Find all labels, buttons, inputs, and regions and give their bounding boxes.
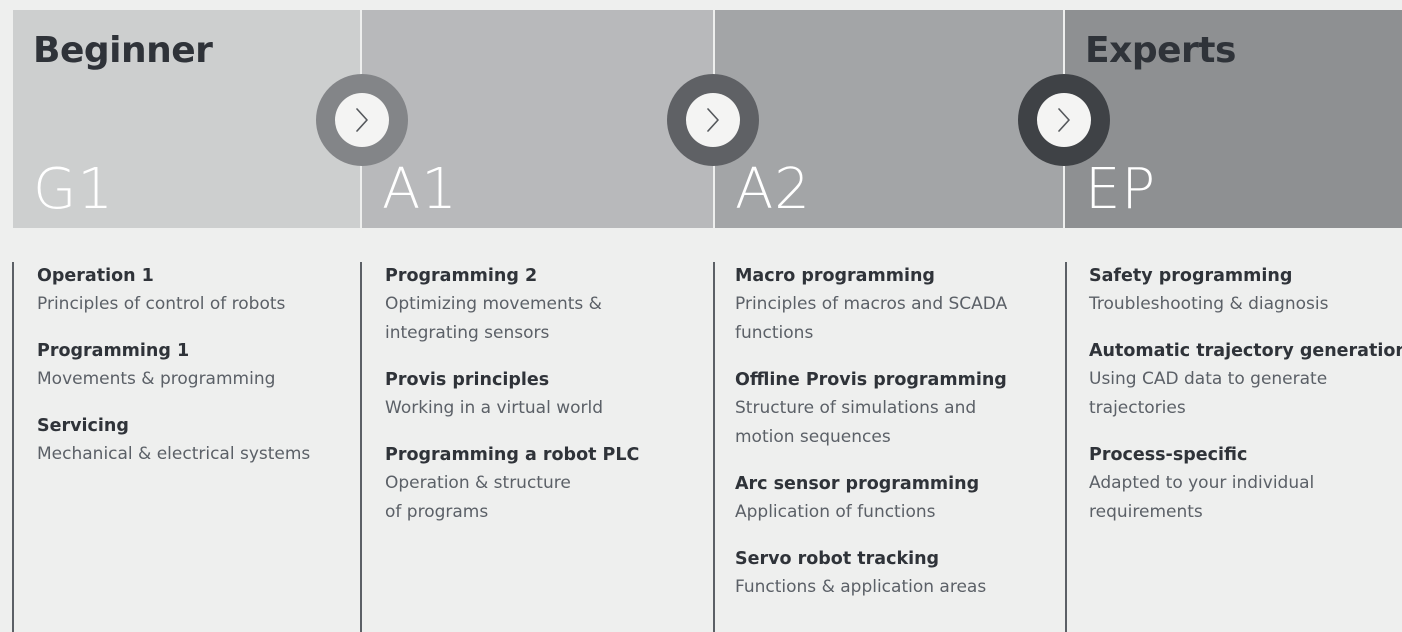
course-item[interactable]: Programming a robot PLC Operation & stru…	[385, 441, 715, 527]
course-description: Functions & application areas	[735, 577, 987, 597]
course-title: Provis principles	[385, 370, 550, 390]
course-item[interactable]: Offline Provis programming Structure of …	[735, 366, 1060, 452]
course-item[interactable]: Provis principles Working in a virtual w…	[385, 366, 715, 423]
course-title: Process-specific	[1089, 445, 1248, 465]
course-description: Movements & programming	[37, 369, 276, 389]
stage-a1: A1	[362, 10, 713, 228]
course-description: Application of functions	[735, 502, 936, 522]
chevron-right-icon	[356, 108, 368, 132]
stage-a2: A2	[715, 10, 1063, 228]
course-description: Optimizing movements & integrating senso…	[385, 294, 602, 343]
course-description: Principles of macros and SCADA functions	[735, 294, 1008, 343]
course-title: Macro programming	[735, 266, 935, 286]
course-description: Adapted to your individual requirements	[1089, 473, 1315, 522]
course-item[interactable]: Operation 1 Principles of control of rob…	[37, 262, 367, 319]
course-column-a1: Programming 2 Optimizing movements & int…	[360, 262, 715, 632]
course-description: Troubleshooting & diagnosis	[1089, 294, 1329, 314]
course-title: Servo robot tracking	[735, 549, 940, 569]
course-item[interactable]: Servicing Mechanical & electrical system…	[37, 412, 367, 469]
course-description: Principles of control of robots	[37, 294, 286, 314]
course-title: Programming a robot PLC	[385, 445, 640, 465]
chevron-right-icon	[707, 108, 719, 132]
course-title: Programming 2	[385, 266, 538, 286]
course-description: Using CAD data to generate trajectories	[1089, 369, 1328, 418]
next-stage-button-1[interactable]	[316, 74, 408, 166]
course-title: Programming 1	[37, 341, 190, 361]
course-description: Working in a virtual world	[385, 398, 604, 418]
course-description: Mechanical & electrical systems	[37, 444, 311, 464]
stage-code: EP	[1085, 157, 1157, 222]
course-title: Operation 1	[37, 266, 154, 286]
next-stage-button-3[interactable]	[1018, 74, 1110, 166]
course-item[interactable]: Safety programming Troubleshooting & dia…	[1089, 262, 1402, 319]
course-title: Safety programming	[1089, 266, 1293, 286]
course-item[interactable]: Programming 1 Movements & programming	[37, 337, 367, 394]
course-item[interactable]: Arc sensor programming Application of fu…	[735, 470, 1060, 527]
course-column-experts: Safety programming Troubleshooting & dia…	[1065, 262, 1402, 632]
course-item[interactable]: Automatic trajectory generation Using CA…	[1089, 337, 1402, 423]
stage-code: A1	[382, 157, 458, 222]
course-title: Automatic trajectory generation	[1089, 341, 1402, 361]
course-title: Arc sensor programming	[735, 474, 980, 494]
stage-title: Experts	[1085, 30, 1236, 71]
course-column-a2: Macro programming Principles of macros a…	[713, 262, 1060, 632]
course-description: Structure of simulations and motion sequ…	[735, 398, 977, 447]
course-item[interactable]: Macro programming Principles of macros a…	[735, 262, 1060, 348]
stage-experts: Experts EP	[1065, 10, 1402, 228]
course-column-beginner: Operation 1 Principles of control of rob…	[12, 262, 367, 632]
chevron-right-icon	[1058, 108, 1070, 132]
stage-beginner: Beginner G1	[13, 10, 360, 228]
course-title: Servicing	[37, 416, 129, 436]
course-description: Operation & structure of programs	[385, 473, 571, 522]
stage-code: G1	[33, 157, 115, 222]
stage-title: Beginner	[33, 30, 213, 71]
next-stage-button-2[interactable]	[667, 74, 759, 166]
stage-code: A2	[735, 157, 811, 222]
course-title: Offline Provis programming	[735, 370, 1007, 390]
course-item[interactable]: Programming 2 Optimizing movements & int…	[385, 262, 715, 348]
course-item[interactable]: Process-specific Adapted to your individ…	[1089, 441, 1402, 527]
course-item[interactable]: Servo robot tracking Functions & applica…	[735, 545, 1060, 602]
